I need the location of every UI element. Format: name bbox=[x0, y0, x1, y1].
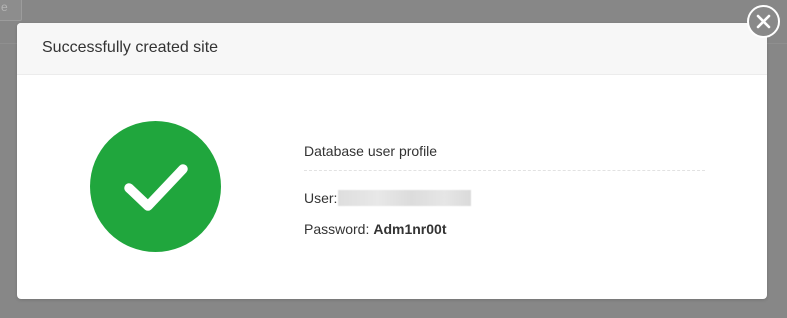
profile-title: Database user profile bbox=[304, 141, 705, 171]
password-row: Password: Adm1nr00t bbox=[304, 219, 705, 239]
success-dialog: Successfully created site Database user … bbox=[17, 23, 767, 299]
user-value-redacted bbox=[338, 190, 472, 206]
user-row: User: bbox=[304, 188, 705, 208]
database-profile: Database user profile User: Password: Adm… bbox=[304, 141, 705, 239]
close-button[interactable] bbox=[747, 5, 780, 38]
dialog-title: Successfully created site bbox=[42, 39, 219, 56]
background-input-text: e bbox=[1, 0, 8, 14]
password-value: Adm1nr00t bbox=[373, 221, 447, 237]
checkmark-circle-icon bbox=[90, 121, 221, 252]
checkmark-icon bbox=[124, 164, 188, 211]
close-icon bbox=[756, 14, 771, 29]
dialog-header: Successfully created site bbox=[17, 23, 767, 75]
background-input: e bbox=[0, 0, 22, 21]
user-label: User: bbox=[304, 190, 338, 206]
password-label: Password: bbox=[304, 221, 370, 237]
